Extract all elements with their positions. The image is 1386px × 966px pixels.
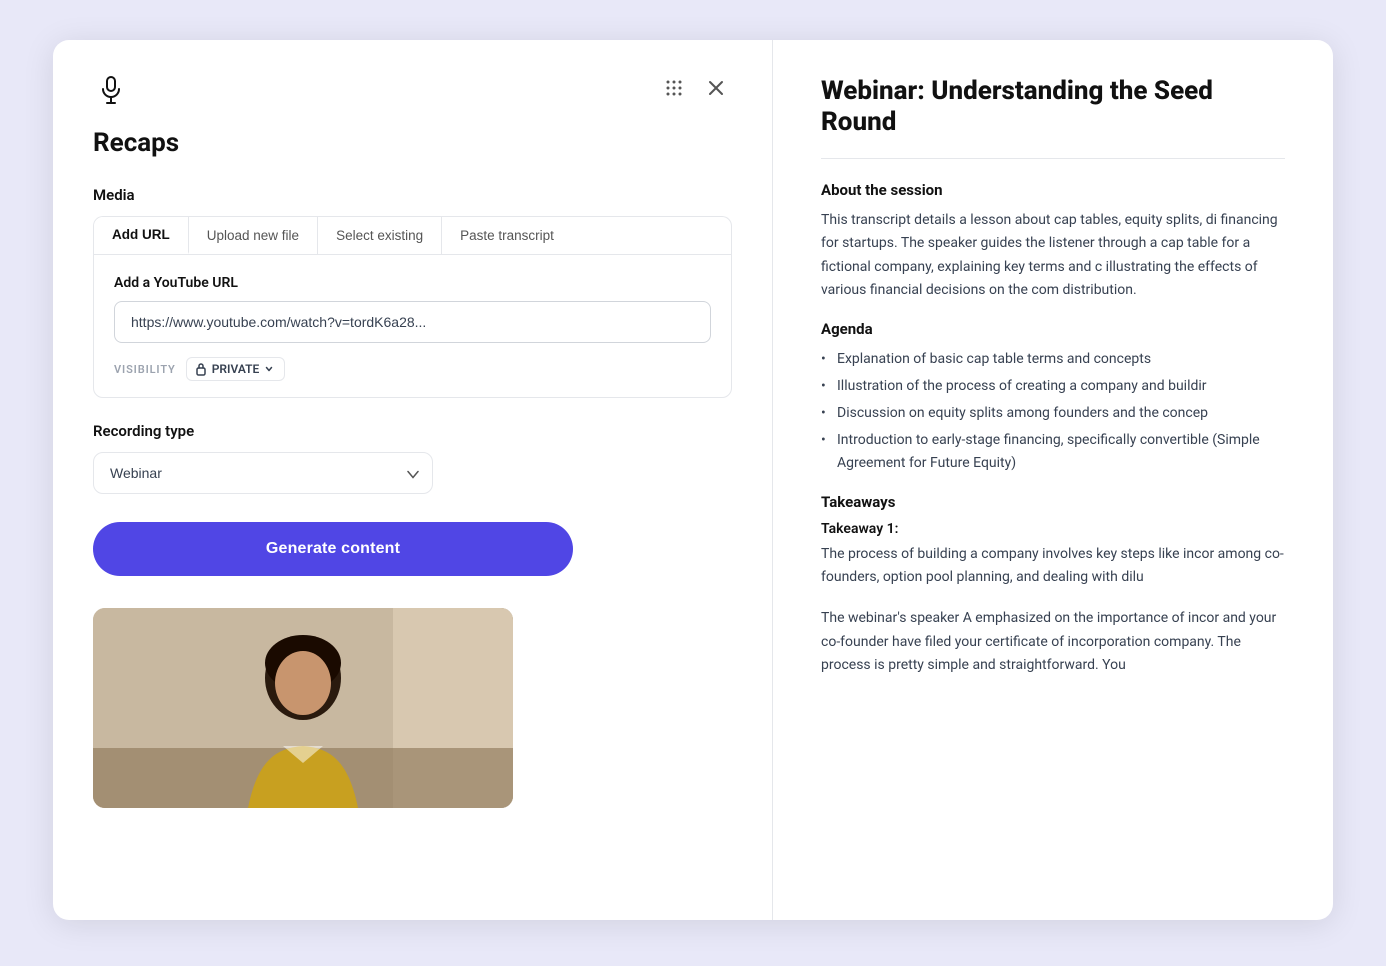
tab-select-existing[interactable]: Select existing (318, 217, 442, 254)
visibility-row: VISIBILITY PRIVATE (114, 357, 711, 381)
about-section: About the session This transcript detail… (821, 181, 1285, 301)
media-tabs: Add URL Upload new file Select existing … (93, 216, 732, 254)
content-title: Webinar: Understanding the Seed Round (821, 76, 1285, 138)
media-content-box: Add a YouTube URL VISIBILITY PRIVATE (93, 254, 732, 398)
recording-section: Recording type Webinar Meeting Lecture I… (93, 422, 732, 494)
agenda-heading: Agenda (821, 320, 1285, 338)
agenda-item-4: Introduction to early-stage financing, s… (821, 429, 1285, 475)
takeaway1-text: The process of building a company involv… (821, 543, 1285, 589)
agenda-section: Agenda Explanation of basic cap table te… (821, 320, 1285, 475)
top-right-icons (658, 72, 732, 104)
private-badge[interactable]: PRIVATE (186, 357, 286, 381)
agenda-item-2: Illustration of the process of creating … (821, 375, 1285, 398)
tab-add-url[interactable]: Add URL (94, 217, 189, 254)
panel-title: Recaps (93, 128, 732, 158)
divider (821, 158, 1285, 159)
mic-icon (93, 72, 129, 108)
agenda-item-1: Explanation of basic cap table terms and… (821, 348, 1285, 371)
dropdown-wrapper: Webinar Meeting Lecture Interview Podcas… (93, 452, 433, 494)
media-section: Media Add URL Upload new file Select exi… (93, 186, 732, 422)
url-input[interactable] (114, 301, 711, 343)
about-heading: About the session (821, 181, 1285, 199)
tab-paste-transcript[interactable]: Paste transcript (442, 217, 572, 254)
close-icon[interactable] (700, 72, 732, 104)
private-label: PRIVATE (212, 362, 260, 376)
agenda-item-3: Discussion on equity splits among founde… (821, 402, 1285, 425)
video-thumbnail (93, 608, 513, 808)
url-section-label: Add a YouTube URL (114, 275, 711, 291)
takeaway2-text: The webinar's speaker A emphasized on th… (821, 607, 1285, 676)
recording-type-select[interactable]: Webinar Meeting Lecture Interview Podcas… (93, 452, 433, 494)
recording-type-label: Recording type (93, 422, 732, 440)
about-text: This transcript details a lesson about c… (821, 209, 1285, 301)
agenda-list: Explanation of basic cap table terms and… (821, 348, 1285, 475)
grid-icon[interactable] (658, 72, 690, 104)
takeaways-section: Takeaways Takeaway 1: The process of bui… (821, 493, 1285, 676)
media-section-label: Media (93, 186, 732, 204)
video-thumbnail-bg (93, 608, 513, 808)
right-panel: Webinar: Understanding the Seed Round Ab… (773, 40, 1333, 920)
top-bar (93, 72, 732, 108)
generate-content-button[interactable]: Generate content (93, 522, 573, 576)
tab-upload-new[interactable]: Upload new file (189, 217, 318, 254)
takeaways-heading: Takeaways (821, 493, 1285, 511)
visibility-label: VISIBILITY (114, 363, 176, 376)
left-panel: Recaps Media Add URL Upload new file Sel… (53, 40, 773, 920)
takeaway1-label: Takeaway 1: (821, 521, 1285, 537)
